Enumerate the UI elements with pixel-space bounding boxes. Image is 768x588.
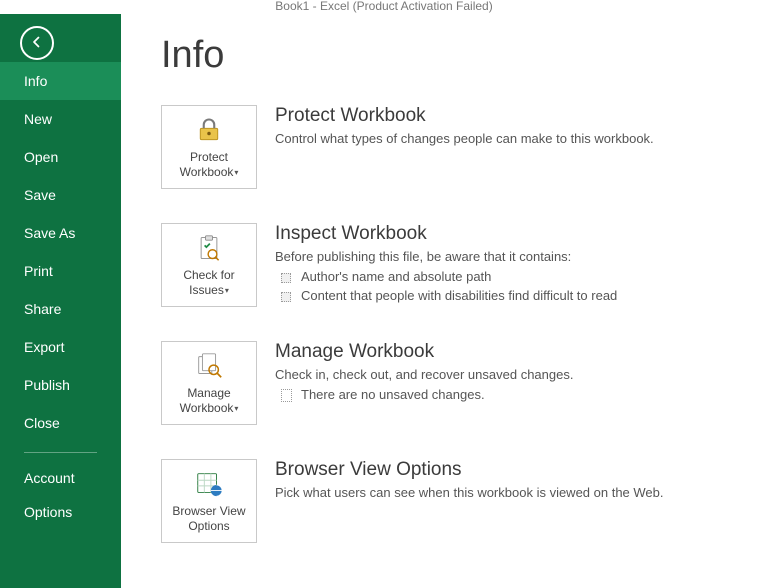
manage-workbook-button[interactable]: Manage Workbook▾ bbox=[161, 341, 257, 425]
list-item: Author's name and absolute path bbox=[275, 268, 728, 287]
sidebar-item-label: Save As bbox=[24, 225, 75, 241]
sidebar-item-label: Open bbox=[24, 149, 58, 165]
sidebar-item-print[interactable]: Print bbox=[0, 252, 121, 290]
tile-label: Protect Workbook▾ bbox=[162, 150, 256, 180]
list-item: There are no unsaved changes. bbox=[275, 386, 728, 405]
section-heading: Protect Workbook bbox=[275, 105, 728, 127]
sidebar-item-label: Info bbox=[24, 73, 47, 89]
section-description: Check in, check out, and recover unsaved… bbox=[275, 367, 728, 382]
main-content: Info Protect Workbook▾ Protect Workbook … bbox=[121, 14, 768, 588]
sidebar-item-label: Account bbox=[24, 470, 75, 486]
sidebar-item-save[interactable]: Save bbox=[0, 176, 121, 214]
tile-label: Manage Workbook▾ bbox=[162, 386, 256, 416]
section-heading: Manage Workbook bbox=[275, 341, 728, 363]
workbook-globe-icon bbox=[194, 468, 224, 500]
section-description: Before publishing this file, be aware th… bbox=[275, 249, 728, 264]
section-description: Pick what users can see when this workbo… bbox=[275, 485, 728, 500]
sidebar-item-label: New bbox=[24, 111, 52, 127]
sidebar-item-options[interactable]: Options bbox=[0, 495, 121, 529]
list-item: Content that people with disabilities fi… bbox=[275, 287, 728, 306]
chevron-down-icon: ▾ bbox=[234, 404, 238, 413]
section-heading: Browser View Options bbox=[275, 459, 728, 481]
sidebar-item-close[interactable]: Close bbox=[0, 404, 121, 442]
protect-workbook-button[interactable]: Protect Workbook▾ bbox=[161, 105, 257, 189]
chevron-down-icon: ▾ bbox=[225, 286, 229, 295]
sidebar-item-label: Close bbox=[24, 415, 60, 431]
sidebar-item-publish[interactable]: Publish bbox=[0, 366, 121, 404]
sidebar-item-label: Save bbox=[24, 187, 56, 203]
section-protect: Protect Workbook▾ Protect Workbook Contr… bbox=[161, 105, 728, 189]
documents-magnify-icon bbox=[194, 350, 224, 382]
lock-icon bbox=[195, 114, 223, 146]
sidebar-item-label: Export bbox=[24, 339, 64, 355]
sidebar-item-export[interactable]: Export bbox=[0, 328, 121, 366]
sidebar-item-label: Share bbox=[24, 301, 61, 317]
sidebar-item-share[interactable]: Share bbox=[0, 290, 121, 328]
section-description: Control what types of changes people can… bbox=[275, 131, 728, 146]
section-inspect: Check for Issues▾ Inspect Workbook Befor… bbox=[161, 223, 728, 307]
section-browser: Browser View Options Browser View Option… bbox=[161, 459, 728, 543]
sidebar-item-open[interactable]: Open bbox=[0, 138, 121, 176]
section-manage: Manage Workbook▾ Manage Workbook Check i… bbox=[161, 341, 728, 425]
chevron-down-icon: ▾ bbox=[234, 168, 238, 177]
page-title: Info bbox=[161, 34, 728, 77]
sidebar-item-save-as[interactable]: Save As bbox=[0, 214, 121, 252]
browser-view-options-button[interactable]: Browser View Options bbox=[161, 459, 257, 543]
tile-label: Check for Issues▾ bbox=[162, 268, 256, 298]
section-heading: Inspect Workbook bbox=[275, 223, 728, 245]
checklist-icon bbox=[195, 232, 223, 264]
sidebar: Info New Open Save Save As Print Share E… bbox=[0, 14, 121, 588]
sidebar-item-new[interactable]: New bbox=[0, 100, 121, 138]
sidebar-item-account[interactable]: Account bbox=[0, 461, 121, 495]
back-arrow-icon bbox=[28, 33, 46, 54]
sidebar-item-label: Options bbox=[24, 504, 72, 520]
check-for-issues-button[interactable]: Check for Issues▾ bbox=[161, 223, 257, 307]
sidebar-divider bbox=[24, 452, 97, 453]
manage-bullet-list: There are no unsaved changes. bbox=[275, 386, 728, 405]
back-button[interactable] bbox=[20, 26, 54, 60]
sidebar-item-info[interactable]: Info bbox=[0, 62, 121, 100]
sidebar-item-label: Publish bbox=[24, 377, 70, 393]
inspect-bullet-list: Author's name and absolute path Content … bbox=[275, 268, 728, 306]
window-title: Book1 - Excel (Product Activation Failed… bbox=[0, 0, 768, 14]
tile-label: Browser View Options bbox=[162, 504, 256, 534]
sidebar-item-label: Print bbox=[24, 263, 53, 279]
